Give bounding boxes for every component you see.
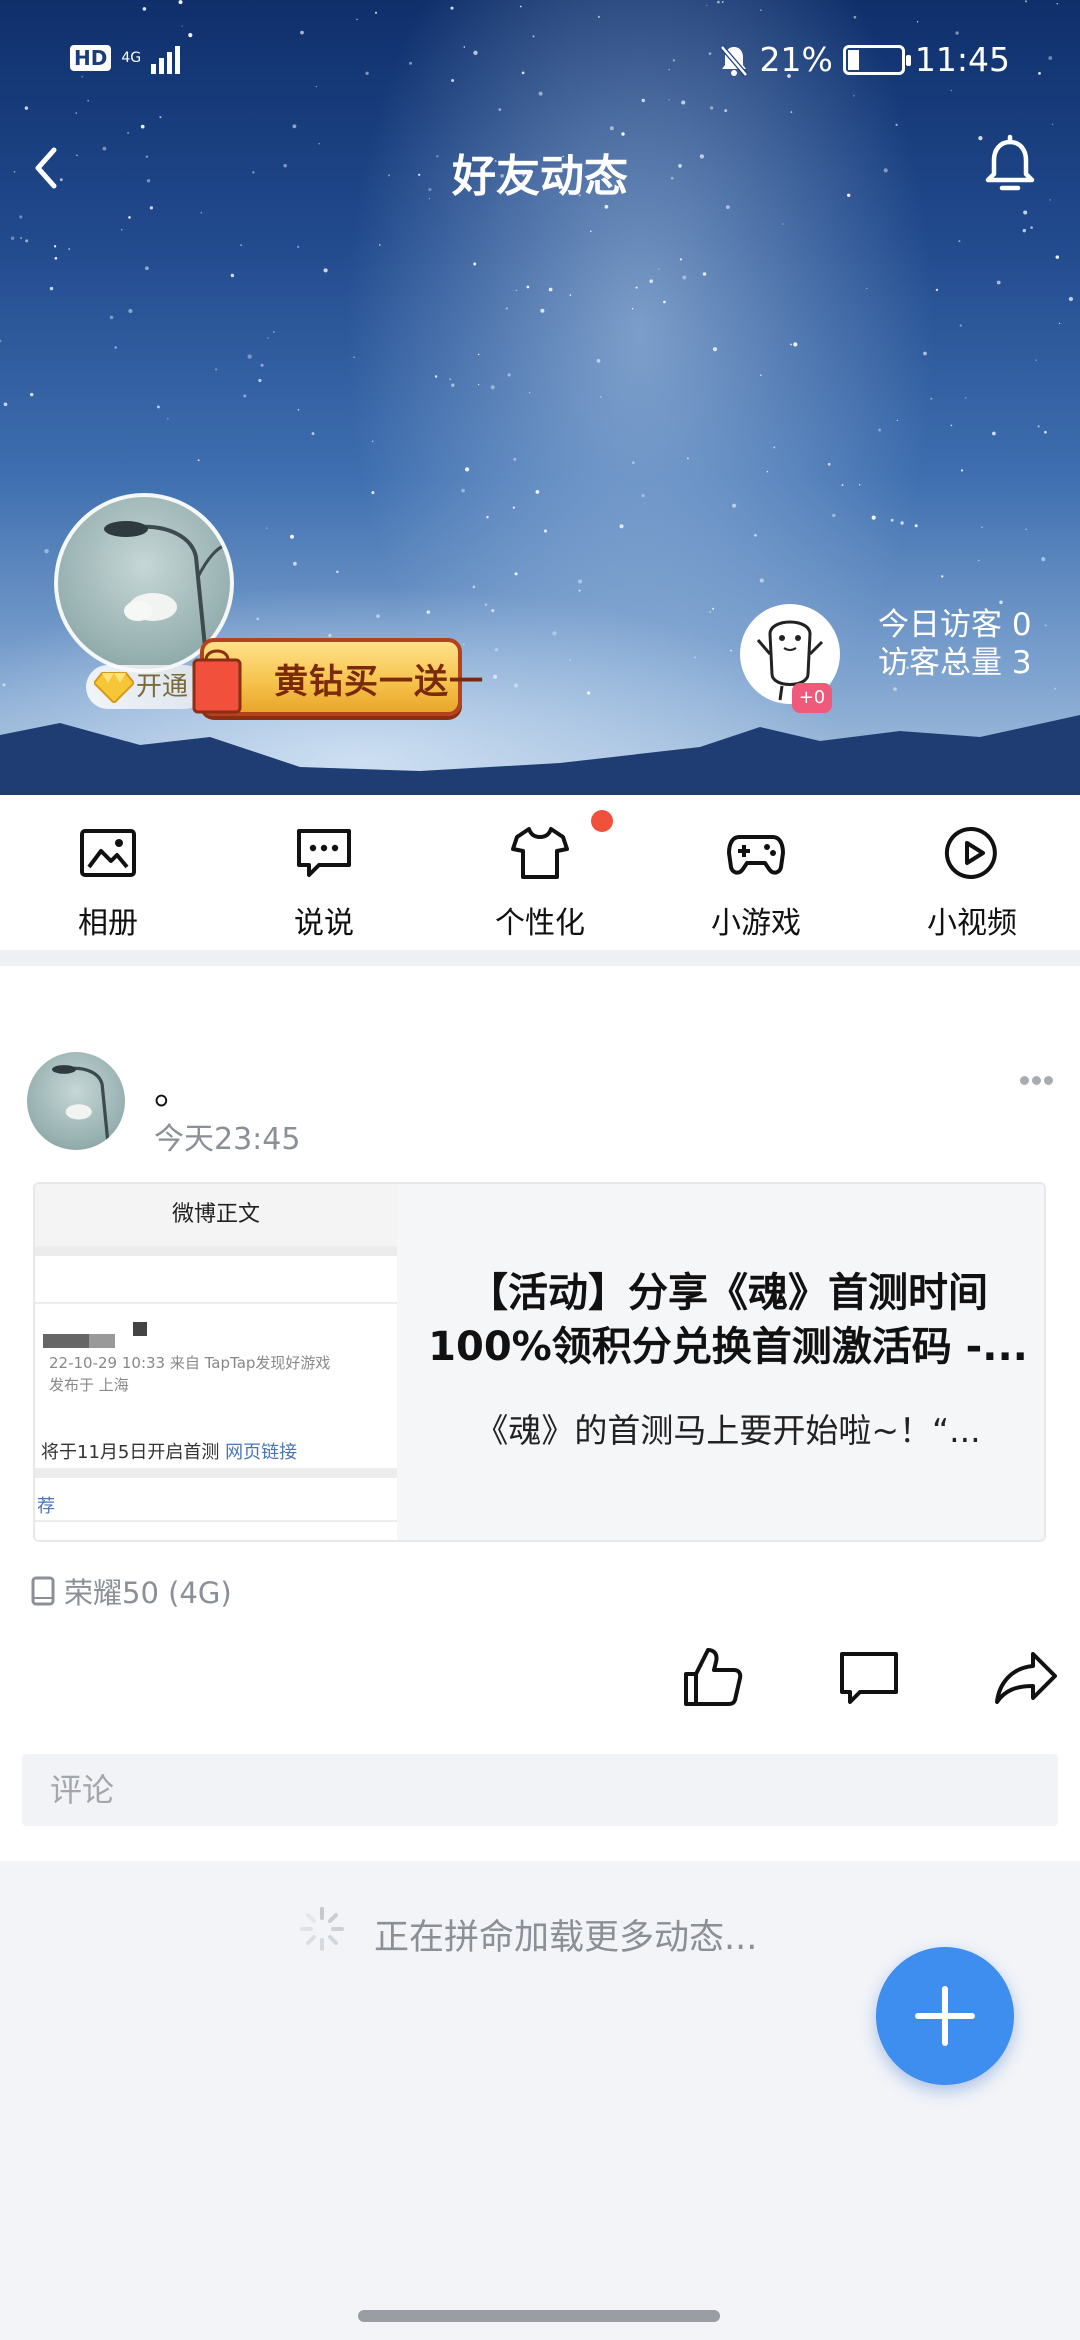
battery-percent: 21% [759,40,833,79]
today-visitors: 今日访客 0 [878,607,1032,643]
thumb-divider [35,1246,397,1256]
thumb-header: 微博正文 [35,1184,397,1246]
vip-open-label: 开通 [136,672,189,702]
section-divider [0,950,1080,966]
more-options-icon[interactable] [1020,1070,1060,1086]
spinner-icon [300,1907,344,1951]
mute-bell-icon [719,44,748,77]
shared-link-description: 《魂》的首测马上要开始啦~！“... [475,1411,981,1450]
shortcut-bar: 相册 说说 个性化 小游戏 小视频 [0,795,1080,950]
shared-link-thumbnail: 微博正文 22-10-29 10:33 来自 TapTap发现好游戏 发布于 上… [35,1184,397,1540]
share-button[interactable] [993,1644,1059,1710]
shared-link-title: 【活动】分享《魂》首测时间100%领积分兑换首测激活码 -... [428,1270,1028,1370]
shortcut-minigames[interactable]: 小游戏 [648,795,864,950]
home-indicator[interactable] [358,2310,720,2322]
blurred-name [133,1322,147,1336]
loading-text: 正在拼命加载更多动态... [374,1918,758,1958]
gift-bag-icon [192,649,242,714]
streetlamp-image [52,1065,111,1150]
chat-icon [297,829,351,877]
shortcut-personalize[interactable]: 个性化 [432,795,648,950]
shortcut-label: 小视频 [927,906,1017,941]
cover-header: HD 4G 21% 11:45 好友动态 开通 黄钻买一送一 +0 今日访客 0… [0,0,1080,795]
promo-text: 黄钻买一送一 [274,662,484,702]
thumb-divider [35,1520,397,1522]
battery-icon [842,44,911,75]
page-title: 好友动态 [452,151,628,202]
gamepad-icon [727,835,785,875]
shortcut-label: 说说 [294,906,354,941]
thumb-text: 将于11月5日开启首测 网页链接 [41,1438,297,1464]
clock: 11:45 [914,40,1010,79]
thumb-text-body: 将于11月5日开启首测 [41,1442,226,1463]
total-visitors: 访客总量 3 [878,645,1032,681]
yellow-diamond-icon [94,672,134,703]
blurred-name [89,1334,115,1348]
shortcut-label: 个性化 [495,906,585,941]
shortcut-label: 相册 [78,906,138,941]
post-author-avatar[interactable] [27,1052,125,1150]
visitor-stats[interactable]: 今日访客 0 访客总量 3 [878,606,1032,682]
shortcut-moments[interactable]: 说说 [216,795,432,950]
album-icon [80,829,136,877]
visitor-count-badge: +0 [792,683,832,713]
thumb-divider [35,1468,397,1478]
shared-link-card[interactable]: 微博正文 22-10-29 10:33 来自 TapTap发现好游戏 发布于 上… [33,1182,1046,1542]
thumb-meta-line: 发布于 上海 [49,1376,129,1394]
blurred-name [43,1334,89,1348]
comment-input[interactable]: 评论 [22,1754,1058,1826]
shortcut-short-video[interactable]: 小视频 [864,795,1080,950]
like-button[interactable] [678,1644,744,1710]
comment-button[interactable] [836,1644,902,1710]
shortcut-label: 小游戏 [711,906,801,941]
notification-bell-icon[interactable] [978,134,1042,198]
device-tag: 荣耀50 (4G) [30,1570,232,1612]
yellow-diamond-promo-banner[interactable]: 黄钻买一送一 [192,638,483,716]
feed-post: 。 今天23:45 微博正文 22-10-29 10:33 来自 TapTap发… [0,966,1080,1861]
network-type: 4G [121,50,142,66]
play-icon [944,826,997,879]
thumb-link: 网页链接 [225,1442,298,1463]
tshirt-icon [511,827,569,879]
phone-icon [31,1576,55,1606]
thumb-meta-line: 22-10-29 10:33 来自 TapTap发现好游戏 [49,1354,331,1372]
new-indicator-dot [591,810,613,832]
post-time: 今天23:45 [154,1122,301,1157]
status-bar: HD 4G 21% 11:45 [0,0,1080,120]
device-name: 荣耀50 (4G) [64,1576,232,1610]
thumb-meta: 22-10-29 10:33 来自 TapTap发现好游戏 发布于 上海 [49,1352,330,1396]
thumb-divider [35,1302,397,1304]
thumb-recommend: 荐 [37,1496,55,1517]
signal-icon [151,42,181,74]
post-author-name[interactable]: 。 [154,1060,192,1115]
compose-fab[interactable] [876,1947,1014,2085]
shortcut-album[interactable]: 相册 [0,795,216,950]
hd-indicator: HD [70,45,112,71]
